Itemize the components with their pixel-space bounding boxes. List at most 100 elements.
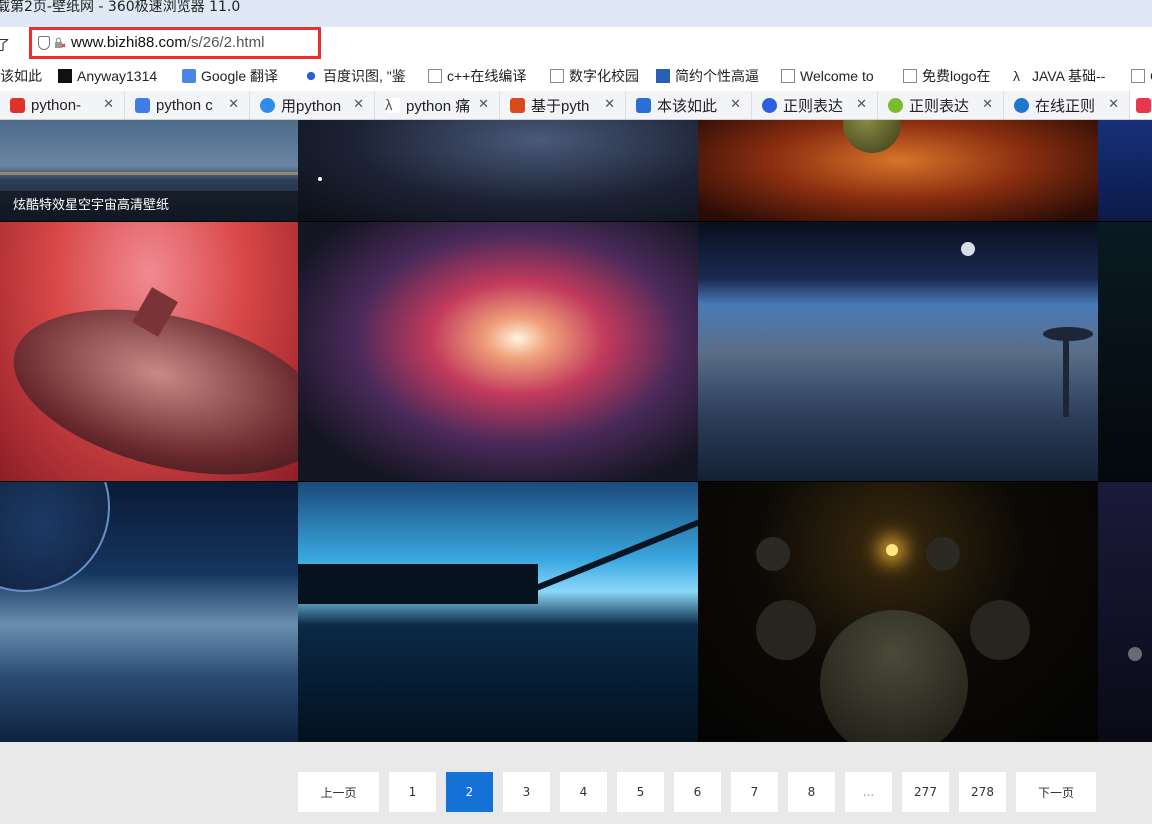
bookmark-item[interactable]: 免费logo在	[903, 66, 1001, 86]
planet	[843, 120, 901, 153]
bookmark-label: 简约个性高逼	[675, 68, 759, 84]
tab-label: 基于pyth	[531, 97, 590, 115]
360-icon	[1136, 97, 1151, 113]
browser-tab-active[interactable]	[1130, 91, 1152, 119]
bookmark-label: JAVA 基础--	[1032, 68, 1106, 84]
bookmark-item[interactable]: C	[1131, 66, 1152, 86]
close-icon[interactable]: ✕	[353, 96, 364, 112]
planet	[756, 600, 816, 660]
page-button[interactable]: 6	[674, 772, 721, 812]
planet	[0, 482, 110, 592]
back-button[interactable]: 了	[0, 35, 10, 55]
page-button[interactable]: 1	[389, 772, 436, 812]
prev-page-button[interactable]: 上一页	[298, 772, 379, 812]
browser-tab[interactable]: python- ✕	[0, 91, 125, 119]
page-button[interactable]: 5	[617, 772, 664, 812]
page-button[interactable]: 278	[959, 772, 1006, 812]
next-page-button[interactable]: 下一页	[1016, 772, 1096, 812]
bookmark-item[interactable]: Anyway1314	[58, 66, 172, 86]
android-icon	[888, 97, 903, 113]
close-icon[interactable]: ✕	[103, 96, 114, 112]
browser-tab[interactable]: 正则表达 ✕	[752, 91, 878, 119]
address-bar[interactable]: www.bizhi88.com/s/26/2.html	[29, 27, 321, 59]
edit-icon	[135, 97, 150, 113]
tab-label: 正则表达	[783, 97, 844, 115]
page-button[interactable]: 3	[503, 772, 550, 812]
close-icon[interactable]: ✕	[856, 96, 867, 112]
close-icon[interactable]: ✕	[982, 96, 993, 112]
browser-tab[interactable]: 本该如此 ✕	[626, 91, 752, 119]
browser-tab[interactable]: 在线正则 ✕	[1004, 91, 1130, 119]
wallpaper-thumbnail[interactable]	[298, 482, 698, 742]
bookmark-item[interactable]: 数字化校园	[550, 66, 646, 86]
wallpaper-thumbnail[interactable]	[1098, 222, 1152, 481]
close-icon[interactable]: ✕	[1108, 96, 1119, 112]
page-button[interactable]: 7	[731, 772, 778, 812]
bridge	[533, 518, 698, 592]
bookmark-label: c++在线编译	[447, 68, 527, 84]
window-title: 载第2页-壁纸网 - 360极速浏览器 11.0	[0, 0, 241, 15]
url-path: /s/26/2.html	[186, 34, 265, 51]
bookmark-label: Anyway1314	[77, 68, 158, 84]
csdn-icon	[10, 97, 25, 113]
page-button[interactable]: 277	[902, 772, 949, 812]
bookmark-item[interactable]: Welcome to	[781, 66, 889, 86]
close-icon[interactable]: ✕	[228, 96, 239, 112]
wallpaper-thumbnail[interactable]	[0, 482, 298, 742]
thumbnail-caption[interactable]: 炫酷特效星空宇宙高清壁纸	[0, 191, 298, 221]
wallpaper-thumbnail[interactable]	[0, 222, 298, 481]
page-icon	[1131, 69, 1145, 83]
close-icon[interactable]: ✕	[730, 96, 741, 112]
browser-tab[interactable]: python c ✕	[125, 91, 250, 119]
bookmark-item[interactable]: 简约个性高逼	[656, 66, 768, 86]
wallpaper-thumbnail[interactable]	[298, 120, 698, 221]
browser-tab[interactable]: 用python ✕	[250, 91, 375, 119]
page-ellipsis: ...	[845, 772, 892, 812]
page-button-current[interactable]: 2	[446, 772, 493, 812]
tab-label: 在线正则	[1035, 97, 1096, 115]
bookmark-label: Welcome to	[800, 68, 874, 84]
wallpaper-thumbnail[interactable]	[1098, 482, 1152, 742]
close-icon[interactable]: ✕	[604, 96, 615, 112]
tab-label: python-	[31, 96, 82, 114]
star	[318, 177, 322, 181]
cloud-icon	[260, 97, 275, 113]
browser-tab[interactable]: λ python 痛 ✕	[375, 91, 500, 119]
lambda-icon: λ	[1013, 68, 1020, 84]
browser-tab[interactable]: 基于pyth ✕	[500, 91, 626, 119]
bookmark-item[interactable]: λ JAVA 基础--	[1013, 66, 1121, 86]
site-icon	[656, 69, 670, 83]
page-button[interactable]: 8	[788, 772, 835, 812]
tab-label: python c	[156, 96, 213, 114]
wallpaper-thumbnail[interactable]: 炫酷特效星空宇宙高清壁纸	[0, 120, 298, 221]
google-translate-icon	[182, 69, 196, 83]
browser-tab[interactable]: 正则表达 ✕	[878, 91, 1004, 119]
wallpaper-thumbnail[interactable]	[698, 120, 1098, 221]
page-icon	[781, 69, 795, 83]
wallpaper-thumbnail[interactable]	[698, 482, 1098, 742]
c-logo-icon	[1014, 97, 1029, 113]
bookmark-label: Google 翻译	[201, 68, 279, 84]
bookmark-item[interactable]: Google 翻译	[182, 66, 296, 86]
bookmark-item[interactable]: 该如此	[0, 66, 52, 86]
url-text[interactable]: www.bizhi88.com/s/26/2.html	[71, 34, 264, 51]
pagination: 上一页 1 2 3 4 5 6 7 8 ... 277 278 下一页	[0, 742, 1152, 824]
insecure-lock-icon	[55, 37, 66, 48]
address-row: 了 www.bizhi88.com/s/26/2.html	[0, 27, 1152, 61]
horizon-line	[0, 172, 298, 175]
planet	[926, 537, 960, 571]
page-icon	[428, 69, 442, 83]
bookmark-label: 免费logo在	[922, 68, 991, 84]
sun	[886, 544, 898, 556]
page-button[interactable]: 4	[560, 772, 607, 812]
anyway-logo-icon	[58, 69, 72, 83]
tab-label: 用python	[281, 97, 342, 115]
wallpaper-thumbnail[interactable]	[1098, 120, 1152, 221]
close-icon[interactable]: ✕	[478, 96, 489, 112]
city-skyline	[298, 564, 538, 604]
bookmark-item[interactable]: c++在线编译	[428, 66, 538, 86]
wallpaper-thumbnail[interactable]	[298, 222, 698, 481]
wallpaper-thumbnail[interactable]	[698, 222, 1098, 481]
bookmark-label: 百度识图, "鉴	[323, 68, 406, 84]
bookmark-item[interactable]: 百度识图, "鉴	[304, 66, 414, 86]
